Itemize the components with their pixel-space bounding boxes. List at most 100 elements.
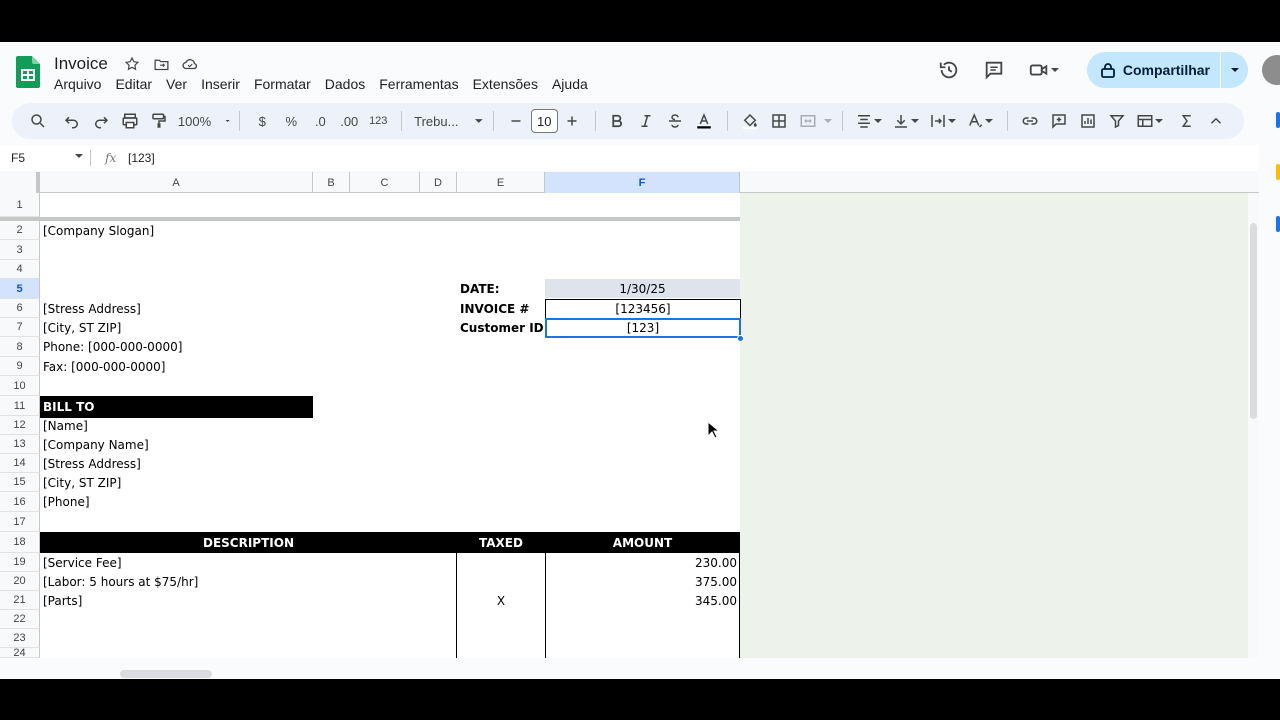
functions-icon[interactable] [1173,107,1201,135]
customer-id-label[interactable]: Customer ID [460,318,544,337]
description-header[interactable]: DESCRIPTION [40,536,457,550]
fill-color-icon[interactable] [736,107,764,135]
search-icon[interactable] [24,107,52,135]
spreadsheet-grid[interactable]: A B C D E F [Company Slogan] DATE: 1/30/… [0,172,1259,658]
filter-icon[interactable] [1103,107,1131,135]
collapse-menus-icon[interactable] [1202,107,1230,135]
chevron-down-icon[interactable] [823,107,833,135]
row-header-18[interactable]: 18 [0,532,40,553]
column-header-f[interactable]: F [545,172,740,193]
row-header-23[interactable]: 23 [0,629,40,648]
font-size-input[interactable]: 10 [531,109,558,133]
date-value[interactable]: 1/30/25 [545,279,740,298]
row-header-4[interactable]: 4 [0,260,40,279]
borders-icon[interactable] [765,107,793,135]
item-description[interactable]: [Parts] [43,591,82,610]
column-header-a[interactable]: A [40,172,313,193]
insert-chart-icon[interactable] [1074,107,1102,135]
text-rotation-icon[interactable] [962,107,998,135]
item-amount[interactable]: 230.00 [545,553,740,572]
menu-inserir[interactable]: Inserir [201,76,247,92]
horizontal-scrollbar[interactable] [0,658,1259,679]
menu-ver[interactable]: Ver [166,76,194,92]
star-icon[interactable] [122,54,142,74]
name-box[interactable]: F5 [0,151,90,165]
taxed-header[interactable]: TAXED [457,536,545,550]
row-header-10[interactable]: 10 [0,376,40,396]
company-city[interactable]: [City, ST ZIP] [43,318,121,337]
company-phone[interactable]: Phone: [000-000-0000] [43,337,182,356]
bill-to-address[interactable]: [Stress Address] [43,454,141,473]
select-all-corner[interactable] [0,172,40,193]
horizontal-align-icon[interactable] [851,107,887,135]
amount-header[interactable]: AMOUNT [545,536,740,550]
text-color-icon[interactable] [690,107,718,135]
percent-format-button[interactable]: % [277,107,305,135]
increase-decimal-button[interactable]: .00 [335,107,363,135]
zoom-select[interactable]: 100% [174,107,231,135]
history-icon[interactable] [931,52,967,88]
date-label[interactable]: DATE: [460,279,500,298]
strikethrough-icon[interactable] [661,107,689,135]
share-dropdown-icon[interactable] [1220,52,1248,88]
menu-editar[interactable]: Editar [115,76,159,92]
menu-extensoes[interactable]: Extensões [473,76,545,92]
avatar[interactable] [1262,55,1280,85]
document-title[interactable]: Invoice [54,54,108,74]
cloud-status-icon[interactable] [180,54,200,74]
decrease-decimal-button[interactable]: .0 [306,107,334,135]
row-header-3[interactable]: 3 [0,240,40,260]
menu-arquivo[interactable]: Arquivo [54,76,108,92]
column-header-d[interactable]: D [420,172,457,193]
row-header-14[interactable]: 14 [0,454,40,473]
sheets-logo-icon[interactable] [16,56,40,88]
item-amount[interactable]: 375.00 [545,572,740,591]
column-header-e[interactable]: E [457,172,545,193]
formula-input[interactable]: [123] [128,151,155,165]
company-slogan[interactable]: [Company Slogan] [43,221,154,240]
company-address[interactable]: [Stress Address] [43,299,141,318]
bill-to-phone[interactable]: [Phone] [43,492,90,511]
currency-format-button[interactable]: $ [248,107,276,135]
increase-font-size-icon[interactable] [558,107,586,135]
italic-icon[interactable] [632,107,660,135]
column-header-b[interactable]: B [313,172,350,193]
item-amount[interactable]: 345.00 [545,591,740,610]
item-taxed[interactable] [457,553,545,572]
vertical-scroll-thumb[interactable] [1250,223,1257,419]
insert-link-icon[interactable] [1016,107,1044,135]
vertical-scrollbar[interactable] [1248,193,1259,658]
row-header-9[interactable]: 9 [0,357,40,376]
item-description[interactable]: [Labor: 5 hours at $75/hr] [43,572,198,591]
row-header-15[interactable]: 15 [0,473,40,492]
customer-id-value-selected[interactable]: [123] [545,318,741,338]
vertical-align-icon[interactable] [888,107,924,135]
menu-ajuda[interactable]: Ajuda [552,76,595,92]
row-header-24[interactable]: 24 [0,647,40,658]
text-wrapping-icon[interactable] [925,107,961,135]
undo-icon[interactable] [58,107,86,135]
share-button[interactable]: Compartilhar [1086,52,1248,88]
more-formats-button[interactable]: 123 [364,107,392,135]
paint-format-icon[interactable] [145,107,173,135]
font-select[interactable]: Trebu... [410,107,484,135]
row-header-17[interactable]: 17 [0,512,40,532]
row-header-20[interactable]: 20 [0,572,40,591]
column-header-c[interactable]: C [350,172,420,193]
horizontal-scroll-thumb[interactable] [120,670,212,678]
row-header-8[interactable]: 8 [0,337,40,357]
bill-to-header[interactable]: BILL TO [40,396,313,418]
row-header-16[interactable]: 16 [0,492,40,512]
company-fax[interactable]: Fax: [000-000-0000] [43,357,165,376]
menu-formatar[interactable]: Formatar [254,76,318,92]
row-header-5[interactable]: 5 [0,279,40,299]
bill-to-city[interactable]: [City, ST ZIP] [43,473,121,492]
redo-icon[interactable] [87,107,115,135]
print-icon[interactable] [116,107,144,135]
invoice-number[interactable]: [123456] [545,299,741,319]
fill-handle[interactable] [737,335,744,342]
row-header-19[interactable]: 19 [0,553,40,572]
row-header-1[interactable]: 1 [0,193,40,217]
move-folder-icon[interactable] [151,54,171,74]
row-header-7[interactable]: 7 [0,318,40,337]
